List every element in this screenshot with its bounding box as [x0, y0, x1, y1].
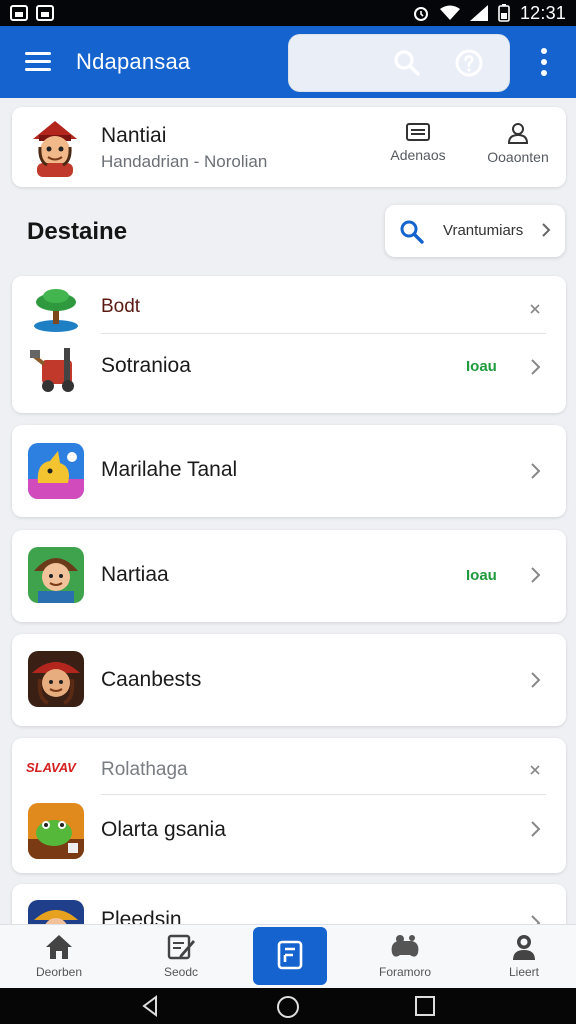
chevron-right-icon [531, 672, 541, 688]
profile-action-adenaos[interactable]: Adenaos [378, 121, 458, 163]
list-item-label: Sotranioa [101, 354, 191, 377]
alarm-icon [413, 7, 428, 21]
person-icon [507, 123, 529, 144]
home-button-icon[interactable] [276, 995, 300, 1019]
system-navigation-bar [0, 988, 576, 1024]
search-icon [400, 220, 424, 244]
profile-action-label: Adenaos [390, 147, 446, 163]
battery-icon [498, 4, 510, 22]
status-bar: 12:31 [0, 0, 576, 26]
list-card: Nartiaa Ioau [12, 530, 566, 622]
chevron-right-icon [531, 821, 541, 837]
profile-action-label: Ooaonten [487, 149, 549, 165]
list-item-label: Bodt [101, 296, 141, 317]
person-icon [513, 935, 535, 960]
chevron-right-icon [530, 765, 540, 775]
chevron-right-icon [531, 567, 541, 583]
search-icon[interactable] [392, 48, 422, 78]
list-item-bodt[interactable]: Bodt [12, 276, 566, 334]
list-item-rolathaga[interactable]: SLAVAV Rolathaga [12, 738, 566, 795]
document-icon [277, 940, 303, 970]
card-icon [406, 123, 430, 141]
bottom-navigation: Deorben Seodc Foramoro Lieert [0, 924, 576, 988]
list-card: Caanbests [12, 634, 566, 726]
help-circle-icon[interactable] [454, 48, 484, 78]
chevron-right-icon [542, 223, 551, 237]
home-icon [46, 935, 72, 959]
status-badge: Ioau [466, 567, 497, 584]
list-card: SLAVAV Rolathaga Olarta gsania [12, 738, 566, 873]
nav-item-profile[interactable]: Lieert [474, 925, 574, 989]
more-options-button[interactable] [528, 44, 560, 80]
adventurer-game-icon [28, 547, 84, 603]
nav-label: Deorben [35, 965, 83, 979]
profile-card[interactable]: Nantiai Handadrian - Norolian Adenaos Oo… [12, 107, 566, 187]
chevron-right-icon [530, 304, 540, 314]
photo-notification-icon [36, 5, 54, 21]
list-item-caanbests[interactable]: Caanbests [12, 634, 566, 726]
app-bar: Ndapansaa [0, 26, 576, 98]
recents-icon[interactable] [414, 995, 436, 1017]
frog-game-icon [28, 803, 84, 859]
pikachu-game-icon [28, 443, 84, 499]
profile-subtitle: Handadrian - Norolian [101, 152, 268, 171]
pirate-game-icon [28, 651, 84, 707]
avatar [33, 121, 77, 177]
list-item-label: Nartiaa [101, 563, 169, 586]
list-item-nartiaa[interactable]: Nartiaa Ioau [12, 530, 566, 622]
back-icon[interactable] [140, 995, 160, 1017]
edit-icon [167, 934, 195, 960]
signal-icon [469, 5, 488, 21]
section-title: Destaine [27, 218, 128, 245]
list-item-marilahe-tanal[interactable]: Marilahe Tanal [12, 425, 566, 517]
tools-game-icon [30, 348, 74, 392]
search-bar[interactable] [288, 34, 510, 92]
nav-item-home[interactable]: Deorben [9, 925, 109, 989]
nav-item-games[interactable]: Foramoro [355, 925, 455, 989]
brand-logo: SLAVAV [26, 760, 76, 775]
list-card: Bodt Sotranioa Ioau [12, 276, 566, 413]
hamburger-menu-icon [25, 52, 51, 72]
chevron-right-icon [531, 359, 541, 375]
tree-island-icon [34, 289, 78, 332]
status-badge: Ioau [466, 358, 497, 375]
nav-label: Seodc [163, 965, 199, 979]
clock: 12:31 [519, 2, 566, 23]
profile-name: Nantiai [101, 124, 167, 147]
chevron-right-icon [531, 463, 541, 479]
filter-button[interactable]: Vrantumiars [385, 205, 565, 257]
nav-item-document[interactable] [253, 927, 327, 985]
list-item-label: Olarta gsania [101, 818, 226, 841]
filter-label: Vrantumiars [443, 222, 524, 239]
nav-label: Lieert [508, 965, 540, 979]
list-item-label: Rolathaga [101, 759, 188, 780]
list-item-sotranioa[interactable]: Sotranioa Ioau [12, 334, 566, 413]
gallery-notification-icon [10, 5, 28, 21]
menu-button[interactable] [0, 26, 76, 98]
list-item-olarta-gsania[interactable]: Olarta gsania [12, 795, 566, 873]
wifi-icon [439, 5, 460, 20]
list-item-label: Caanbests [101, 668, 202, 691]
nav-label: Foramoro [378, 965, 431, 979]
app-title: Ndapansaa [76, 49, 191, 74]
profile-action-ooaonten[interactable]: Ooaonten [478, 121, 558, 165]
gamepad-icon [391, 935, 419, 957]
list-item-label: Marilahe Tanal [101, 458, 238, 481]
list-card: Marilahe Tanal [12, 425, 566, 517]
nav-item-edit[interactable]: Seodc [131, 925, 231, 989]
